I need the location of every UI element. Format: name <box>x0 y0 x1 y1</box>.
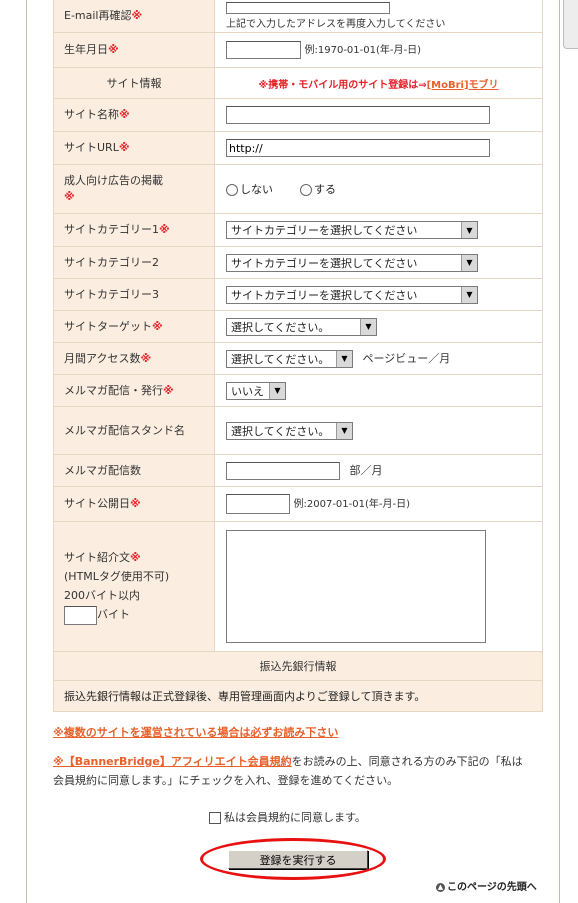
radio-adult-no[interactable] <box>226 184 238 196</box>
row-email-confirm: E-mail再確認※ 上記で入力したアドレスを再度入力してください <box>53 0 543 33</box>
category2-select[interactable]: サイトカテゴリーを選択してください ▼ <box>226 253 478 272</box>
page-frame-left <box>26 0 27 903</box>
byte-count-field <box>64 605 97 625</box>
site-url-input[interactable] <box>226 139 490 157</box>
newsletter-count-input[interactable] <box>226 461 340 480</box>
row-bank-header: 振込先銀行情報 <box>53 651 543 681</box>
agreement-checkbox-row[interactable]: 私は会員規約に同意します。 <box>209 809 366 825</box>
agreement-checkbox[interactable] <box>209 812 221 824</box>
chevron-down-icon: ▼ <box>336 422 352 439</box>
page-top-link[interactable]: ▲ このページの先頭へ <box>436 878 537 893</box>
section-header-bank: 振込先銀行情報 <box>53 651 543 681</box>
row-adult-ads: 成人向け広告の掲載 ※ しない する <box>53 164 543 214</box>
row-newsletter-stand: メルマガ配信スタンド名 選択してください。 ▼ <box>53 406 543 455</box>
radio-adult-yes[interactable] <box>300 184 312 196</box>
row-newsletter: メルマガ配信・発行※ いいえ ▼ <box>53 374 543 407</box>
multi-site-link[interactable]: ※複数のサイトを運営されている場合は必ずお読み下さい <box>53 724 338 740</box>
row-monthly-access: 月間アクセス数※ 選択してください。 ▼ ページビュー／月 <box>53 342 543 375</box>
birthdate-input[interactable] <box>226 41 301 59</box>
chevron-down-icon: ▼ <box>336 350 352 367</box>
window-scrollbar-stub[interactable] <box>563 0 578 49</box>
row-category3: サイトカテゴリー3 サイトカテゴリーを選択してください ▼ <box>53 278 543 311</box>
section-header-site-info: サイト情報 <box>53 67 215 99</box>
newsletter-select[interactable]: いいえ ▼ <box>226 381 286 400</box>
site-name-input[interactable] <box>226 106 490 124</box>
chevron-down-icon: ▼ <box>461 254 477 271</box>
chevron-down-icon: ▼ <box>461 222 477 238</box>
arrow-up-icon: ▲ <box>436 882 445 892</box>
publish-date-input[interactable] <box>226 494 290 514</box>
row-intro: サイト紹介文※ (HTMLタグ使用不可) 200バイト以内 バイト <box>53 521 543 652</box>
row-site-info-header: サイト情報 ※携帯・モバイル用のサイト登録は⇒[MoBri]モブリ <box>53 67 543 99</box>
label-email-confirm: E-mail再確認※ <box>53 0 215 33</box>
email-confirm-input[interactable] <box>226 1 390 14</box>
intro-textarea[interactable] <box>226 530 486 643</box>
page-frame-right <box>559 0 560 903</box>
category3-select[interactable]: サイトカテゴリーを選択してください ▼ <box>226 285 478 304</box>
registration-form-table: E-mail再確認※ 上記で入力したアドレスを再度入力してください 生年月日※ … <box>53 0 543 712</box>
target-select[interactable]: 選択してください。 ▼ <box>226 317 377 336</box>
category1-select[interactable]: サイトカテゴリーを選択してください ▼ <box>226 221 478 239</box>
row-bank-note: 振込先銀行情報は正式登録後、専用管理画面内よりご登録して頂きます。 <box>53 680 543 712</box>
highlight-oval <box>200 838 386 880</box>
row-birthdate: 生年月日※ 例:1970-01-01(年-月-日) <box>53 32 543 68</box>
row-site-name: サイト名称※ <box>53 98 543 132</box>
agreement-text: ※【BannerBridge】アフィリエイト会員規約をお読みの上、同意される方の… <box>53 755 523 787</box>
chevron-down-icon: ▼ <box>360 318 376 335</box>
monthly-access-select[interactable]: 選択してください。 ▼ <box>226 349 353 368</box>
row-publish-date: サイト公開日※ 例:2007-01-01(年-月-日) <box>53 486 543 522</box>
row-target: サイトターゲット※ 選択してください。 ▼ <box>53 310 543 343</box>
newsletter-stand-select[interactable]: 選択してください。 ▼ <box>226 421 353 440</box>
chevron-down-icon: ▼ <box>461 286 477 303</box>
terms-link[interactable]: ※【BannerBridge】アフィリエイト会員規約 <box>53 755 292 768</box>
row-category2: サイトカテゴリー2 サイトカテゴリーを選択してください ▼ <box>53 246 543 279</box>
mobri-link[interactable]: [MoBri]モブリ <box>427 80 499 91</box>
row-newsletter-count: メルマガ配信数 部／月 <box>53 454 543 487</box>
row-category1: サイトカテゴリー1※ サイトカテゴリーを選択してください ▼ <box>53 213 543 247</box>
chevron-down-icon: ▼ <box>269 382 285 399</box>
row-site-url: サイトURL※ <box>53 131 543 165</box>
